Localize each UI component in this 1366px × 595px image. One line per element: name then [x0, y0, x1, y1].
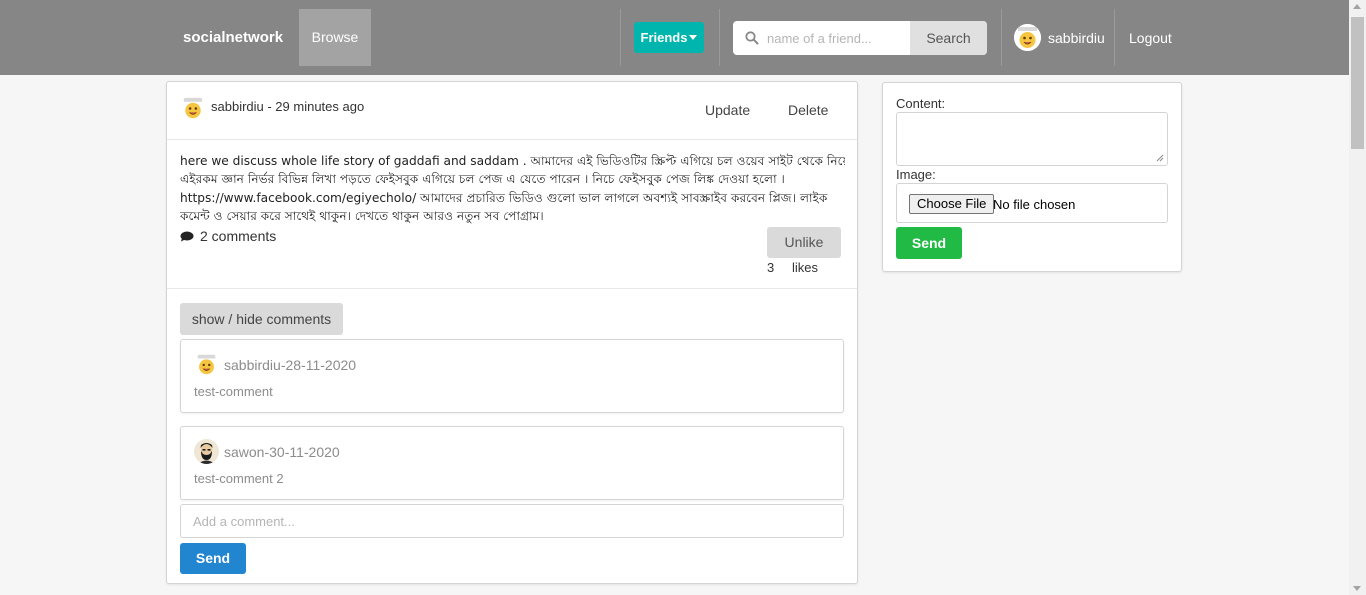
content-textarea[interactable]: [896, 112, 1168, 166]
post-author-meta[interactable]: sabbirdiu - 29 minutes ago: [211, 99, 364, 114]
post-body-line: এইরকম জ্ঞান নির্ভর বিভিন্ন লিখা পড়তে ফে…: [180, 172, 785, 187]
send-comment-button[interactable]: Send: [180, 543, 246, 574]
scroll-up-arrow-icon[interactable]: [1353, 4, 1361, 9]
brand-logo[interactable]: socialnetwork: [183, 29, 283, 46]
comment-author-avatar[interactable]: [194, 352, 219, 377]
browse-link[interactable]: Browse: [299, 9, 371, 66]
search-icon: [745, 31, 759, 45]
content-label: Content:: [896, 96, 946, 111]
new-post-form: Content: Image: Choose File No file chos…: [882, 82, 1182, 272]
resize-grip-icon[interactable]: [1156, 154, 1164, 162]
update-post-button[interactable]: Update: [705, 102, 750, 118]
post-author-avatar[interactable]: [180, 95, 206, 121]
comment-author-avatar[interactable]: [194, 439, 219, 464]
friend-search: Search: [733, 21, 987, 55]
comment-author: sabbirdiu-28-11-2020: [224, 357, 357, 373]
post-body-line: কমেন্ট ও সেয়ার করে সাথেই থাকুন। দেখতে থ…: [180, 208, 544, 223]
post-body-line: here we discuss whole life story of gadd…: [180, 154, 845, 168]
choose-file-button[interactable]: Choose File: [909, 194, 995, 214]
image-file-input: Choose File No file chosen: [896, 183, 1168, 223]
friends-label: Friends: [640, 30, 688, 45]
comment-text: test-comment 2: [194, 471, 284, 486]
nav-divider: [620, 9, 621, 66]
post-divider: [167, 288, 857, 289]
comment-text: test-comment: [194, 384, 273, 399]
nav-divider: [1114, 9, 1115, 66]
comment-icon: [180, 231, 194, 242]
nav-divider: [1001, 9, 1002, 66]
scroll-thumb[interactable]: [1351, 17, 1364, 149]
add-comment-input[interactable]: [180, 504, 844, 538]
post-body-line: https://www.facebook.com/egiyecholo/ আমা…: [180, 190, 828, 205]
current-username[interactable]: sabbirdiu: [1048, 30, 1105, 46]
delete-post-button[interactable]: Delete: [788, 102, 828, 118]
comment-count-label: 2 comments: [200, 228, 277, 244]
post-header: sabbirdiu - 29 minutes ago Update Delete: [167, 82, 857, 140]
comment-count-link[interactable]: 2 comments: [180, 228, 276, 244]
comment-author: sawon-30-11-2020: [224, 444, 340, 460]
post-body: here we discuss whole life story of gadd…: [180, 152, 845, 225]
scroll-down-arrow-icon[interactable]: [1353, 586, 1361, 591]
likes-label: likes: [792, 260, 819, 275]
top-navbar: socialnetwork Browse Friends Search sabb…: [0, 0, 1349, 75]
comment-item: sabbirdiu-28-11-2020 test-comment: [180, 339, 844, 413]
friends-dropdown-button[interactable]: Friends: [634, 22, 704, 53]
likes-count: 3: [767, 260, 775, 275]
send-post-button[interactable]: Send: [896, 227, 962, 259]
unlike-button[interactable]: Unlike: [767, 227, 841, 258]
caret-down-icon: [689, 35, 698, 40]
page-scrollbar[interactable]: [1349, 0, 1366, 595]
logout-link[interactable]: Logout: [1129, 30, 1172, 46]
comment-item: sawon-30-11-2020 test-comment 2: [180, 426, 844, 500]
search-input[interactable]: [761, 21, 911, 55]
image-label: Image:: [896, 167, 936, 182]
search-button[interactable]: Search: [910, 21, 987, 55]
nav-divider: [719, 9, 720, 66]
no-file-chosen-text: No file chosen: [993, 197, 1076, 212]
post-card: sabbirdiu - 29 minutes ago Update Delete…: [166, 81, 858, 584]
user-avatar[interactable]: [1014, 24, 1041, 51]
toggle-comments-button[interactable]: show / hide comments: [180, 303, 343, 335]
